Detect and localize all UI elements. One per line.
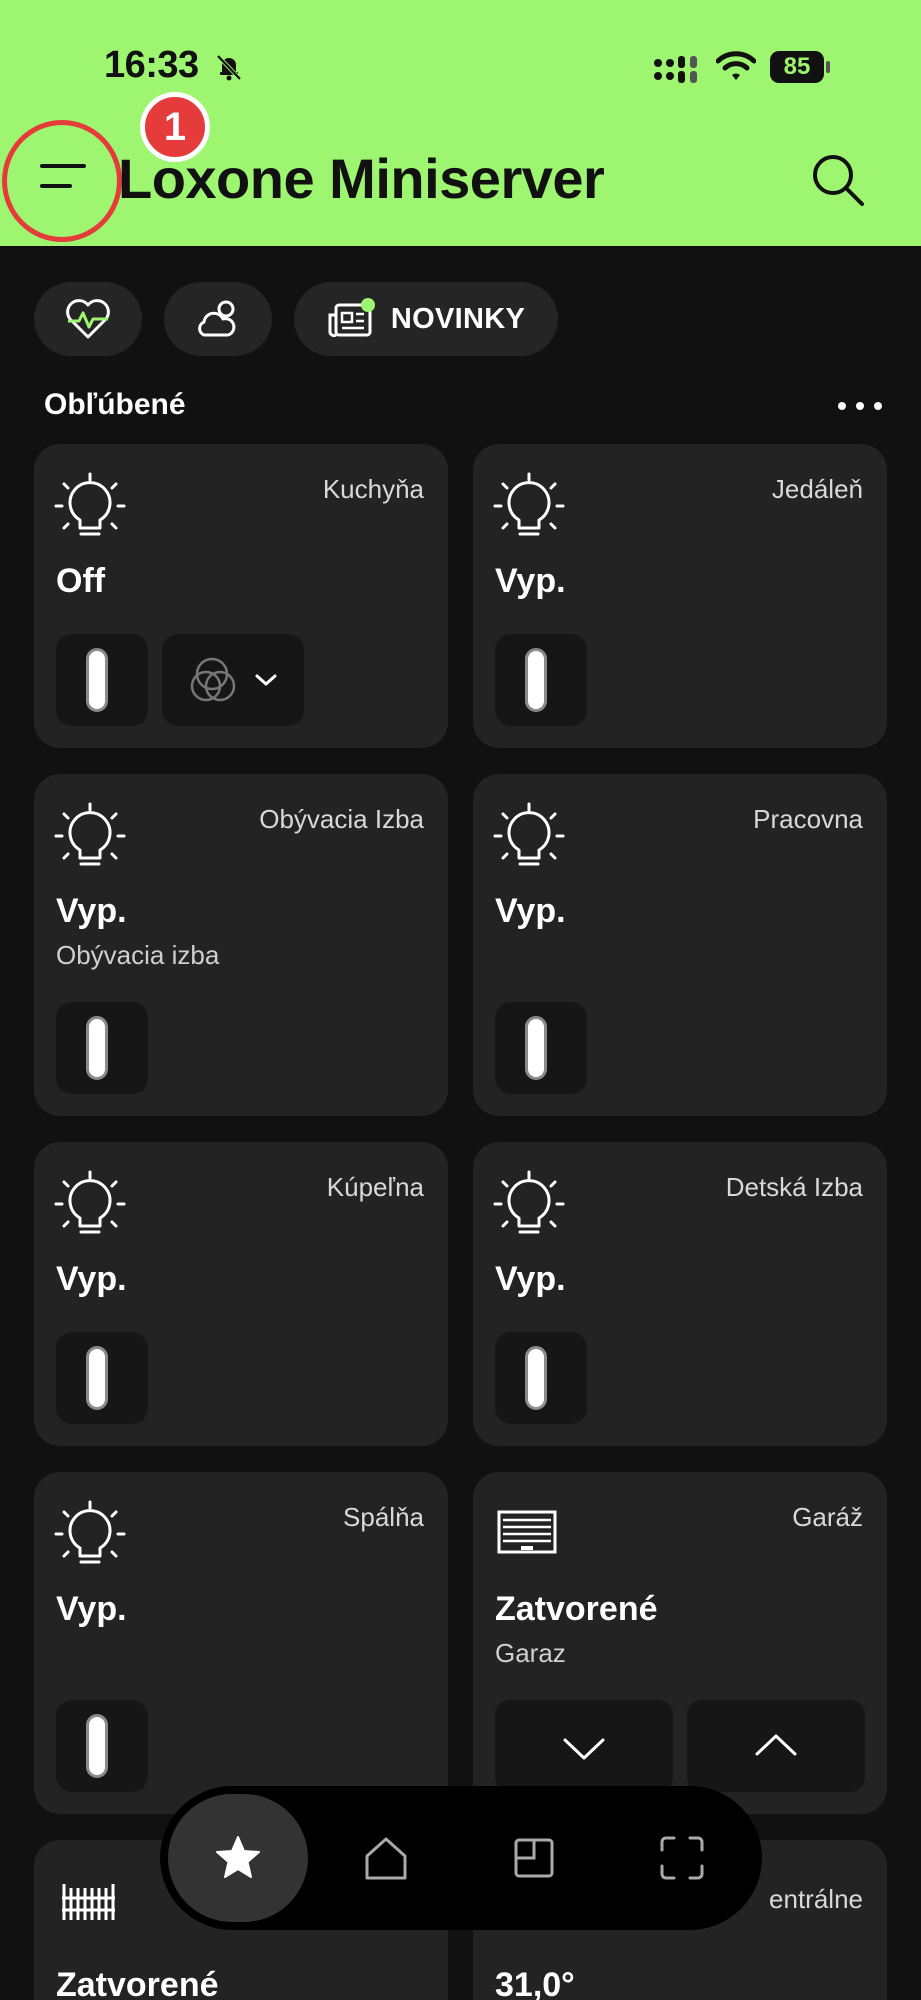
- nav-scan[interactable]: [612, 1794, 752, 1922]
- room-icon: [514, 1838, 554, 1878]
- lightbulb-icon: [54, 472, 126, 536]
- scan-icon: [660, 1836, 704, 1880]
- light-card-pracovna[interactable]: Pracovna Vyp.: [473, 774, 887, 1116]
- news-chip-label: NOVINKY: [390, 302, 526, 335]
- lightbulb-icon: [54, 802, 126, 866]
- favorites-title: Obľúbené: [44, 388, 186, 421]
- card-state: Zatvorené: [56, 1966, 219, 2000]
- news-icon: [328, 298, 375, 338]
- lightbulb-icon: [493, 802, 565, 866]
- lightbulb-icon: [493, 1170, 565, 1234]
- search-button[interactable]: [808, 150, 868, 210]
- close-down-button[interactable]: [495, 1700, 673, 1792]
- lightbulb-icon: [493, 472, 565, 536]
- app-header: 16:33 85 1 Loxone Miniserver: [0, 0, 921, 246]
- bell-off-icon: [216, 54, 242, 81]
- color-circles-icon: [190, 657, 277, 702]
- card-room-label: Garáž: [792, 1502, 863, 1532]
- card-room-label: Jedáleň: [771, 474, 863, 504]
- nav-favorites[interactable]: [168, 1794, 308, 1922]
- light-toggle[interactable]: [56, 634, 148, 726]
- garage-door-icon: [497, 1510, 557, 1554]
- light-toggle[interactable]: [495, 1002, 587, 1094]
- star-icon: [216, 1836, 260, 1878]
- light-card-kupelna[interactable]: Kúpeľna Vyp.: [34, 1142, 448, 1446]
- card-state: Vyp.: [495, 892, 566, 930]
- nav-home[interactable]: [316, 1794, 456, 1922]
- light-toggle[interactable]: [495, 1332, 587, 1424]
- card-room-label: Obývacia Izba: [259, 804, 424, 834]
- card-state: 31,0°: [495, 1966, 575, 2000]
- nav-rooms[interactable]: [464, 1794, 604, 1922]
- light-toggle[interactable]: [56, 1700, 148, 1792]
- weather-icon: [198, 300, 236, 337]
- card-room-label: entrálne: [769, 1884, 863, 1914]
- wifi-icon: [716, 51, 756, 80]
- light-card-jedalen[interactable]: Jedáleň Vyp.: [473, 444, 887, 748]
- card-state: Zatvorené: [495, 1590, 658, 1628]
- light-toggle[interactable]: [495, 634, 587, 726]
- annotation-circle: [2, 120, 122, 242]
- weather-chip[interactable]: [164, 282, 272, 356]
- chevron-up-icon: [755, 1734, 797, 1756]
- card-room-label: Detská Izba: [725, 1172, 863, 1202]
- light-toggle[interactable]: [56, 1002, 148, 1094]
- light-toggle[interactable]: [56, 1332, 148, 1424]
- card-state: Off: [56, 562, 106, 600]
- chevron-down-icon: [563, 1738, 605, 1760]
- color-picker-button[interactable]: [162, 634, 304, 726]
- gate-icon: [62, 1884, 115, 1920]
- light-card-kuchyna[interactable]: Kuchyňa Off: [34, 444, 448, 748]
- cellular-signal-icon: [654, 56, 697, 83]
- card-room-label: Spálňa: [343, 1502, 424, 1532]
- status-time: 16:33: [104, 44, 199, 86]
- card-subtitle: Garaz: [495, 1638, 566, 1668]
- lightbulb-icon: [54, 1170, 126, 1234]
- app-title: Loxone Miniserver: [118, 147, 605, 210]
- card-state: Vyp.: [56, 892, 127, 930]
- more-options-button[interactable]: [838, 396, 882, 416]
- light-card-detska-izba[interactable]: Detská Izba Vyp.: [473, 1142, 887, 1446]
- card-room-label: Kúpeľna: [326, 1172, 424, 1202]
- lightbulb-icon: [54, 1500, 126, 1564]
- bottom-navigation: [160, 1786, 762, 1930]
- card-state: Vyp.: [56, 1590, 127, 1628]
- open-up-button[interactable]: [687, 1700, 865, 1792]
- battery-indicator: 85: [770, 51, 830, 83]
- card-room-label: Kuchyňa: [322, 474, 424, 504]
- card-state: Vyp.: [495, 562, 566, 600]
- news-chip[interactable]: NOVINKY: [294, 282, 558, 356]
- light-card-spalna[interactable]: Spálňa Vyp.: [34, 1472, 448, 1814]
- light-card-obyvacia-izba[interactable]: Obývacia Izba Vyp. Obývacia izba: [34, 774, 448, 1116]
- garage-card[interactable]: Garáž Zatvorené Garaz: [473, 1472, 887, 1814]
- card-subtitle: Obývacia izba: [56, 940, 220, 970]
- card-state: Vyp.: [495, 1260, 566, 1298]
- health-icon: [66, 299, 110, 339]
- card-state: Vyp.: [56, 1260, 127, 1298]
- card-room-label: Pracovna: [753, 804, 863, 834]
- home-icon: [365, 1837, 407, 1880]
- search-icon: [813, 155, 864, 206]
- health-chip[interactable]: [34, 282, 142, 356]
